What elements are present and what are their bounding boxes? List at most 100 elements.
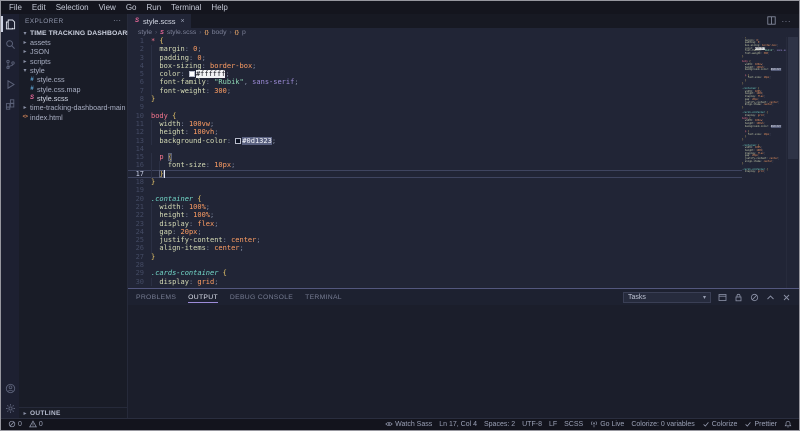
menu-item-view[interactable]: View [94,3,121,12]
status-0[interactable]: 0 [29,419,43,430]
line-number: 8 [139,95,144,104]
code-text: display: flex; [151,219,218,228]
code-line: 12 height: 100vh; [128,128,742,137]
explorer-more-actions-button[interactable]: ··· [113,17,121,25]
status-spaces-2[interactable]: Spaces: 2 [484,421,515,428]
output-panel-content[interactable] [128,305,799,418]
code-text: } [151,178,156,187]
run-debug-icon[interactable] [1,74,19,94]
line-number: 19 [135,186,144,195]
close-tab-icon[interactable]: × [181,18,185,25]
line-number: 11 [135,119,144,128]
code-text: box-sizing: border-box; [151,61,256,71]
chevron-right-icon: ▸ [23,58,27,65]
chevron-down-icon: ▾ [702,294,706,301]
search-icon[interactable] [1,34,19,54]
minimap[interactable]: 1* {2 margin: 0;3 padding: 0;4 box-sizin… [742,37,786,288]
breadcrumb-item[interactable]: style.scss [167,29,196,36]
scrollbar-thumb[interactable] [788,37,798,159]
status-prettier[interactable]: Prettier [744,420,777,430]
line-number: 16 [135,161,144,170]
line-number: 2 [139,45,144,54]
status-utf-8[interactable]: UTF-8 [522,421,542,428]
panel-tab-terminal[interactable]: TERMINAL [305,291,342,304]
editor-more-actions-icon[interactable]: ··· [782,17,792,26]
panel-tab-output[interactable]: OUTPUT [188,291,218,304]
clear-output-icon[interactable] [750,293,759,302]
tree-item-style[interactable]: ▾ style [19,66,127,75]
tree-item-time-tracking-dashboard-main[interactable]: ▸ time-tracking-dashboard-main [19,103,127,112]
status-colorize-0-variables[interactable]: Colorize: 0 variables [631,421,694,428]
tree-item-assets[interactable]: ▸ assets [19,38,127,47]
close-panel-icon[interactable] [782,293,791,302]
editor-scrollbar[interactable] [786,37,799,288]
panel-tab-debug-console[interactable]: DEBUG CONSOLE [230,291,293,304]
code-line: 27} [128,253,742,261]
color-swatch-white [188,71,195,78]
tree-item-style-css-map[interactable]: # style.css.map [19,84,127,94]
code-line: 7 font-weight: 300; [128,86,742,96]
code-line: 30 display: grid; [128,277,742,286]
status-label: 0 [18,421,22,428]
code-line: 13 background-color: #0d1323; [128,136,742,145]
menu-item-edit[interactable]: Edit [27,3,51,12]
code-text: } [151,169,165,179]
explorer-icon[interactable] [1,14,19,34]
status-watch-sass[interactable]: Watch Sass [385,420,432,430]
code-editor[interactable]: 1 * {2 margin: 0; 3 padding: 0; 4 box-sizin… [128,37,799,288]
line-number: 28 [135,261,144,270]
status-label: Ln 17, Col 4 [439,421,477,428]
code-text: } [742,54,744,58]
tree-item-json[interactable]: ▸ JSON [19,47,127,56]
settings-gear-icon[interactable] [1,398,19,418]
breadcrumb-item[interactable]: p [242,29,246,36]
code-line: 28 [128,261,742,269]
menu-item-run[interactable]: Run [141,3,166,12]
menu-item-help[interactable]: Help [206,3,232,12]
menu-item-terminal[interactable]: Terminal [166,3,206,12]
status-go-live[interactable]: Go Live [590,420,624,430]
status-ln-17-col-4[interactable]: Ln 17, Col 4 [439,421,477,428]
sass-file-icon: S [134,18,139,24]
line-number: 1 [139,37,144,45]
code-line: 8} [128,95,742,103]
code-line: 29 .cards-container { [128,269,742,277]
tree-item-style-css[interactable]: # style.css [19,75,127,84]
bottom-panel: PROBLEMS OUTPUT DEBUG CONSOLE TERMINAL Task… [128,288,799,418]
extensions-icon[interactable] [1,94,19,114]
line-number: 12 [135,128,144,137]
line-number: 27 [135,252,144,261]
line-number: 18 [135,178,144,187]
status-label: Spaces: 2 [483,421,516,428]
source-control-icon[interactable] [1,54,19,74]
breadcrumb-item[interactable]: body [212,29,227,36]
output-channel-select[interactable]: Tasks ▾ [623,291,711,303]
status-scss[interactable]: SCSS [564,421,583,428]
menu-item-go[interactable]: Go [121,3,142,12]
code-text: width: 100vw; [151,119,214,129]
status-lf[interactable]: LF [549,421,557,428]
open-output-editor-icon[interactable] [718,293,727,302]
panel-tab-problems[interactable]: PROBLEMS [136,291,176,304]
menu-item-file[interactable]: File [4,3,27,12]
menu-item-selection[interactable]: Selection [51,3,94,12]
tree-item-style-scss[interactable]: Sstyle.scss [19,94,127,103]
status-0[interactable]: 0 [8,420,22,430]
status-bell[interactable] [784,420,792,430]
scroll-lock-icon[interactable] [734,293,743,302]
account-icon[interactable] [1,378,19,398]
breadcrumb-separator-icon: › [199,29,202,36]
line-number: 24 [135,227,144,236]
tree-item-index-html[interactable]: <> index.html [19,112,127,122]
code-text: } [742,81,744,85]
status-colorize[interactable]: Colorize [702,420,737,430]
outline-section-header[interactable]: ▸ OUTLINE [19,407,127,418]
tree-item-scripts[interactable]: ▸ scripts [19,57,127,66]
chevron-right-icon: ▸ [23,105,27,112]
tab-style-scss[interactable]: S style.scss × [128,14,191,28]
tree-root-folder[interactable]: ▾ TIME TRACKING DASHBOARD [19,28,132,38]
breadcrumb-separator-icon: › [229,29,232,36]
code-line: 21 width: 100%; [128,202,742,212]
maximize-panel-icon[interactable] [766,293,775,302]
breadcrumb-item[interactable]: style [138,29,152,36]
